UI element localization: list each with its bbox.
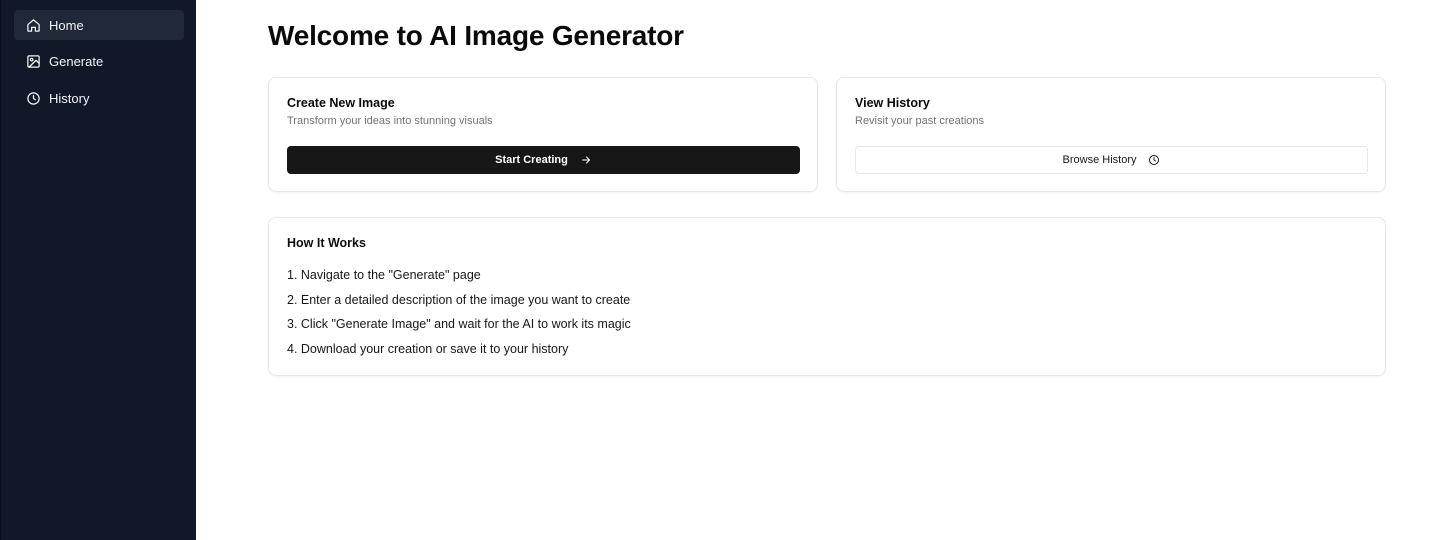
- sidebar: Home Generate History: [0, 0, 196, 540]
- browse-history-button[interactable]: Browse History: [855, 146, 1368, 174]
- step-item: 1. Navigate to the "Generate" page: [287, 268, 481, 282]
- sidebar-item-generate[interactable]: Generate: [14, 46, 184, 76]
- image-icon: [26, 54, 41, 69]
- start-creating-button[interactable]: Start Creating: [287, 146, 800, 174]
- button-label: Start Creating: [495, 154, 568, 166]
- steps-list: 1. Navigate to the "Generate" page 2. En…: [287, 268, 631, 366]
- card-description: Revisit your past creations: [855, 115, 984, 127]
- view-history-card: View History Revisit your past creations…: [836, 77, 1386, 192]
- home-icon: [26, 18, 41, 33]
- step-item: 4. Download your creation or save it to …: [287, 341, 569, 356]
- sidebar-item-label: Home: [49, 17, 84, 33]
- card-description: Transform your ideas into stunning visua…: [287, 115, 493, 127]
- card-title: Create New Image: [287, 96, 395, 110]
- step-item: 3. Click "Generate Image" and wait for t…: [287, 317, 631, 331]
- step-item: 2. Enter a detailed description of the i…: [287, 292, 631, 307]
- how-it-works-title: How It Works: [287, 236, 366, 250]
- card-title: View History: [855, 96, 930, 110]
- clock-icon: [1148, 154, 1160, 166]
- how-it-works-card: How It Works 1. Navigate to the "Generat…: [268, 217, 1386, 376]
- sidebar-item-label: History: [49, 90, 90, 106]
- sidebar-item-label: Generate: [49, 53, 104, 69]
- arrow-right-icon: [580, 154, 592, 166]
- page-title: Welcome to AI Image Generator: [268, 20, 684, 51]
- clock-icon: [26, 91, 41, 106]
- sidebar-item-history[interactable]: History: [14, 83, 184, 113]
- sidebar-item-home[interactable]: Home: [14, 10, 184, 40]
- app-root: Home Generate History Welcome to AI Imag…: [0, 0, 1431, 540]
- button-label: Browse History: [1062, 154, 1137, 166]
- create-image-card: Create New Image Transform your ideas in…: [268, 77, 818, 192]
